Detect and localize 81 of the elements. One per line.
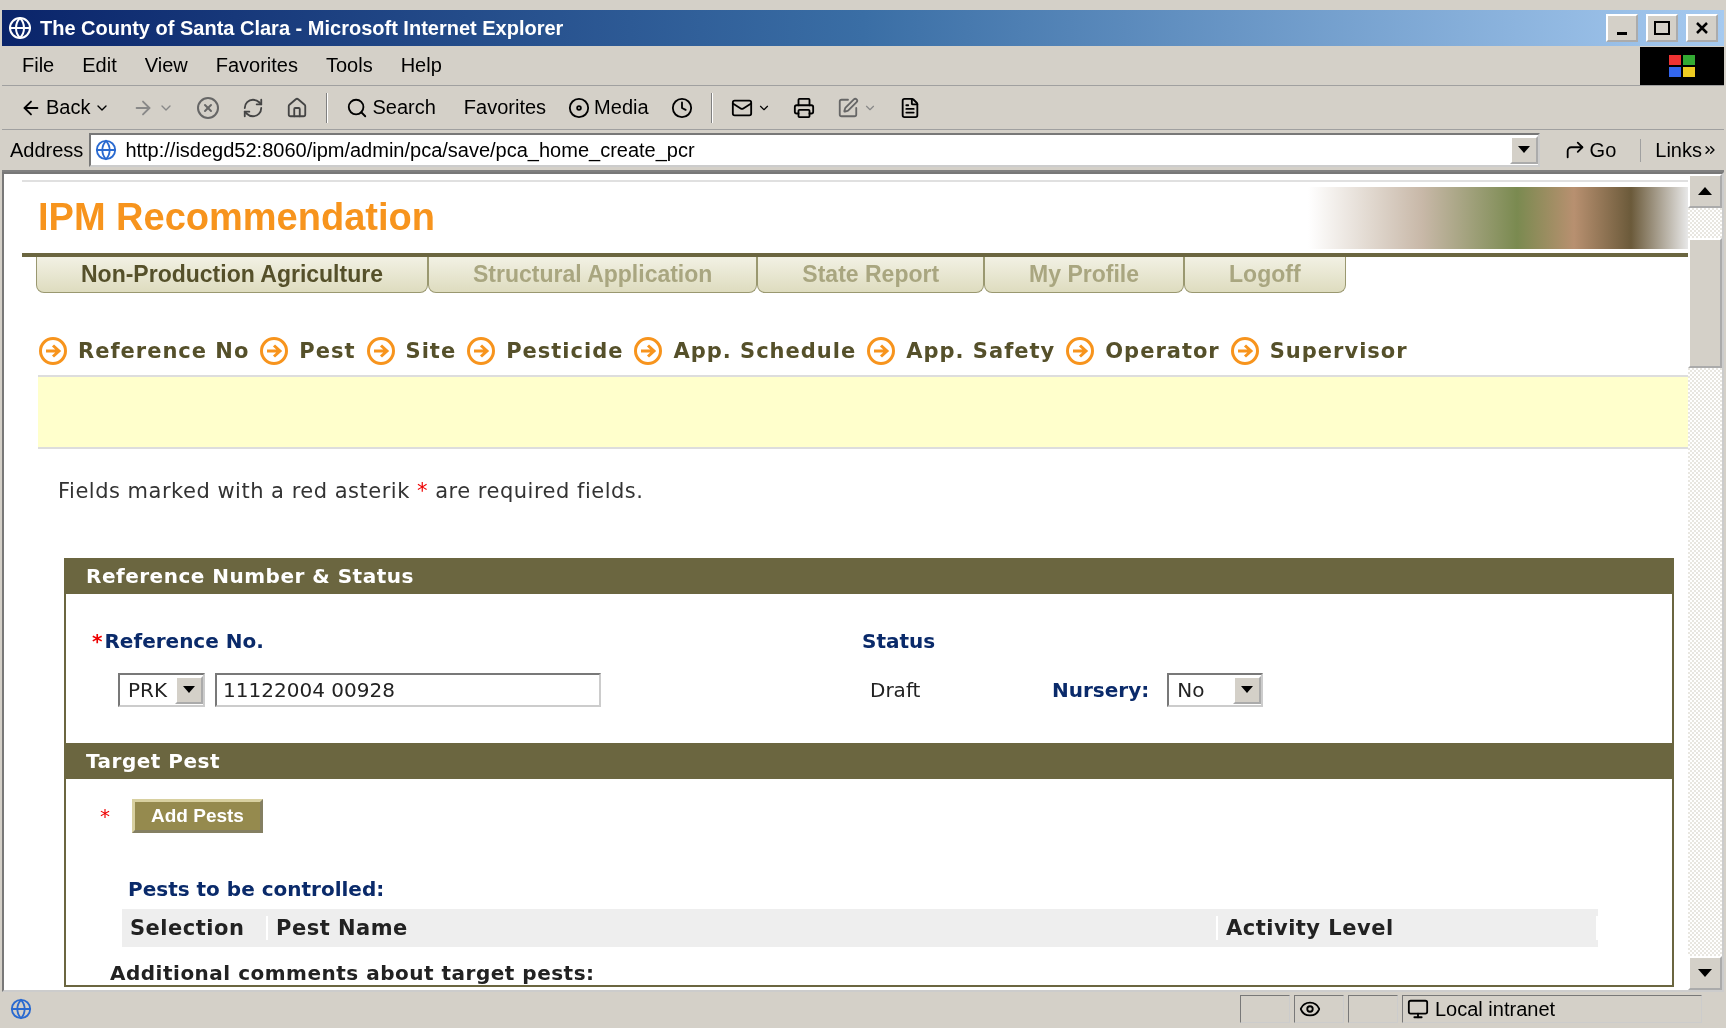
- address-field[interactable]: http://isdegd52:8060/ipm/admin/pca/save/pca_home_create_pcr: [89, 133, 1540, 167]
- address-label: Address: [10, 138, 84, 162]
- scrollbar[interactable]: [1688, 174, 1722, 990]
- dropdown-button[interactable]: [1233, 676, 1262, 704]
- page-icon: [10, 998, 32, 1020]
- scroll-up-button[interactable]: [1688, 174, 1722, 208]
- up-arrow-icon: [1698, 187, 1712, 195]
- step-link[interactable]: App. Safety: [906, 339, 1056, 363]
- stop-icon: [196, 95, 221, 120]
- caret-icon: [1517, 146, 1530, 154]
- maximize-icon: [1654, 21, 1670, 35]
- caret-icon: [1241, 686, 1254, 694]
- clock-icon: [670, 96, 693, 119]
- step-link[interactable]: Supervisor: [1269, 339, 1408, 363]
- required-marker: *: [100, 804, 110, 828]
- field-label: *Reference No.: [92, 629, 265, 653]
- step-link[interactable]: Pesticide: [506, 339, 624, 363]
- arrow-circle-icon: [259, 336, 290, 366]
- arrow-circle-icon: [633, 336, 664, 366]
- arrow-circle-icon: [365, 336, 396, 366]
- section-header: Target Pest: [66, 743, 1672, 779]
- close-icon: [1695, 21, 1709, 35]
- maximize-button[interactable]: [1646, 14, 1678, 42]
- scroll-thumb[interactable]: [1688, 238, 1722, 368]
- address-dropdown-button[interactable]: [1509, 136, 1538, 164]
- refresh-icon: [242, 96, 265, 119]
- zone-label: Local intranet: [1435, 997, 1556, 1021]
- links-button[interactable]: Links: [1640, 138, 1724, 162]
- browser-icon: [8, 16, 32, 40]
- page-heading: IPM Recommendation: [38, 196, 435, 239]
- down-arrow-icon: [1698, 969, 1712, 977]
- menu-item[interactable]: File: [8, 50, 69, 81]
- step-link[interactable]: Reference No: [78, 339, 250, 363]
- caret-icon: [183, 686, 196, 694]
- nav-tab[interactable]: Non-Production Agriculture: [36, 257, 428, 293]
- menu-item[interactable]: Edit: [68, 50, 131, 81]
- step-link[interactable]: Operator: [1105, 339, 1220, 363]
- minimize-icon: [1617, 31, 1627, 35]
- scroll-down-button[interactable]: [1688, 956, 1722, 990]
- step-link[interactable]: Site: [405, 339, 457, 363]
- printer-icon: [792, 96, 815, 119]
- step-link[interactable]: Pest: [299, 339, 356, 363]
- arrow-circle-icon: [1229, 336, 1260, 366]
- column-header: Pest Name: [268, 916, 1218, 940]
- status-pane: [1348, 995, 1398, 1023]
- arrow-circle-icon: [866, 336, 897, 366]
- column-header: Activity Level: [1218, 916, 1598, 940]
- edit-icon: [836, 96, 859, 119]
- arrow-circle-icon: [466, 336, 497, 366]
- status-pane: [1240, 995, 1290, 1023]
- media-button[interactable]: Media: [564, 94, 653, 121]
- field-label: Nursery:: [1052, 678, 1150, 702]
- home-icon: [286, 96, 309, 119]
- menu-item[interactable]: Help: [386, 50, 456, 81]
- minimize-button[interactable]: [1606, 14, 1638, 42]
- menu-item[interactable]: Tools: [311, 50, 387, 81]
- nursery-select[interactable]: No: [1167, 673, 1264, 707]
- pests-label: Pests to be controlled:: [128, 877, 386, 901]
- disc-icon: [568, 96, 591, 119]
- search-button[interactable]: Search: [342, 94, 440, 121]
- step-link[interactable]: App. Schedule: [673, 339, 857, 363]
- required-fields-note: Fields marked with a red asterik * are required fields.: [58, 479, 645, 503]
- go-button[interactable]: Go: [1545, 138, 1635, 162]
- arrow-circle-icon: [38, 336, 68, 366]
- page-icon: [95, 139, 118, 161]
- comments-label: Additional comments about target pests:: [110, 961, 596, 985]
- back-button[interactable]: Back: [16, 94, 115, 121]
- section-header: Reference Number & Status: [66, 558, 1672, 594]
- favorites-button[interactable]: Favorites: [453, 94, 551, 121]
- field-label: Status: [862, 629, 937, 653]
- menu-item[interactable]: Favorites: [201, 50, 312, 81]
- arrow-circle-icon: [1065, 336, 1096, 366]
- status-value: Draft: [869, 678, 922, 702]
- prefix-select[interactable]: PRK: [118, 673, 206, 707]
- window-title: The County of Santa Clara - Microsoft Internet Explorer: [40, 16, 565, 40]
- search-icon: [346, 96, 369, 119]
- menu-item[interactable]: View: [130, 50, 202, 81]
- reference-number-field[interactable]: 11122004 00928: [215, 673, 602, 707]
- column-header: Selection: [122, 916, 268, 940]
- dropdown-button[interactable]: [175, 676, 204, 704]
- close-button[interactable]: [1686, 14, 1718, 42]
